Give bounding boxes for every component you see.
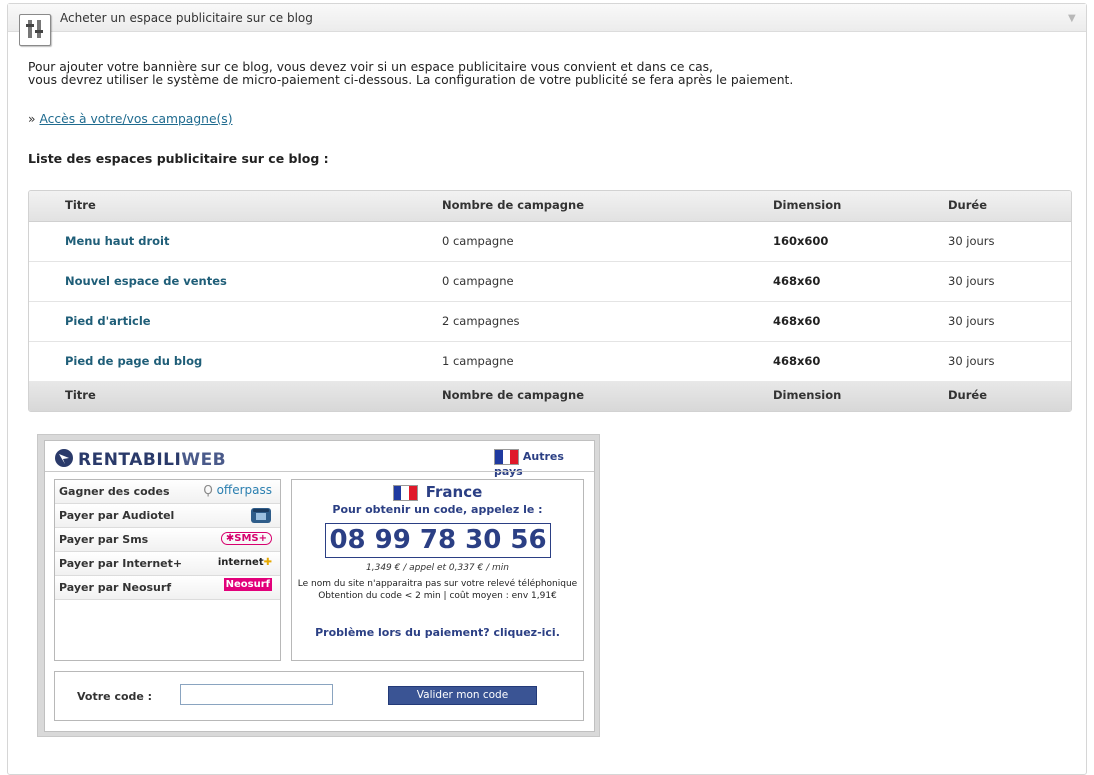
col-dimension-footer: Dimension — [773, 388, 842, 402]
method-label: Payer par Audiotel — [59, 509, 175, 522]
row-campaigns: 1 campagne — [442, 354, 514, 368]
collapse-icon[interactable]: ▼ — [1068, 13, 1076, 24]
ad-spaces-table: Titre Nombre de campagne Dimension Durée… — [28, 190, 1072, 412]
other-countries-link[interactable]: Autres pays — [494, 449, 594, 478]
sms-plus-logo-icon: ✱SMS+ — [220, 532, 272, 545]
country-panel: France Pour obtenir un code, appelez le … — [291, 479, 584, 661]
intro-text: Pour ajouter votre bannière sur ce blog,… — [28, 61, 793, 87]
row-campaigns: 0 campagne — [442, 274, 514, 288]
intro-line-2: vous devrez utiliser le système de micro… — [28, 73, 794, 87]
validate-code-button[interactable]: Valider mon code — [388, 686, 537, 705]
phone-number: 08 99 78 30 56 — [325, 523, 551, 558]
france-flag-icon — [494, 449, 519, 465]
row-dimension: 160x600 — [773, 234, 829, 248]
table-row: Pied d'article 2 campagnes 468x60 30 jou… — [29, 301, 1071, 342]
panel-header: Acheter un espace publicitaire sur ce bl… — [8, 4, 1086, 32]
row-dimension: 468x60 — [773, 314, 821, 328]
panel-title: Acheter un espace publicitaire sur ce bl… — [60, 11, 313, 25]
method-sms[interactable]: Payer par Sms ✱SMS+ — [55, 528, 280, 552]
col-title-header[interactable]: Titre — [65, 191, 96, 220]
brand-part-a: RENTABILI — [78, 450, 182, 470]
code-input[interactable] — [180, 684, 333, 705]
method-internet-plus[interactable]: Payer par Internet+ internet✚ — [55, 552, 280, 576]
country-name: France — [425, 483, 483, 501]
access-prefix: » — [28, 112, 36, 126]
get-code-instruction: Pour obtenir un code, appelez le : — [332, 503, 543, 516]
code-time-note: Obtention du code < 2 min | coût moyen :… — [318, 591, 557, 601]
col-duration-header[interactable]: Durée — [948, 191, 987, 220]
col-title-footer: Titre — [65, 388, 96, 402]
row-dimension: 468x60 — [773, 354, 821, 368]
row-dimension: 468x60 — [773, 274, 821, 288]
payment-widget-inner: RENTABILIWEB Autres pays Gagner des code… — [44, 440, 595, 732]
col-dimension-header[interactable]: Dimension — [773, 191, 841, 220]
method-audiotel[interactable]: Payer par Audiotel — [55, 504, 280, 528]
col-duration-footer: Durée — [948, 388, 988, 402]
row-duration: 30 jours — [948, 234, 995, 248]
france-flag-icon — [392, 484, 418, 501]
table-row: Menu haut droit 0 campagne 160x600 30 jo… — [29, 221, 1071, 262]
access-campaigns-link[interactable]: Accès à votre/vos campagne(s) — [39, 112, 232, 126]
row-duration: 30 jours — [948, 314, 995, 328]
call-price: 1,349 € / appel et 0,337 € / min — [366, 563, 509, 573]
offerpass-logo-icon: Ϙ offerpass — [203, 483, 272, 497]
method-offerpass[interactable]: Gagner des codes Ϙ offerpass — [55, 480, 280, 504]
row-title-link[interactable]: Nouvel espace de ventes — [65, 261, 227, 301]
table-row: Pied de page du blog 1 campagne 468x60 3… — [29, 341, 1071, 382]
table-header-row: Titre Nombre de campagne Dimension Durée — [29, 191, 1071, 222]
internet-plus-logo-icon: internet✚ — [217, 557, 272, 568]
list-title: Liste des espaces publicitaire sur ce bl… — [28, 151, 329, 166]
payment-methods: Gagner des codes Ϙ offerpass Payer par A… — [54, 479, 281, 661]
row-campaigns: 2 campagnes — [442, 314, 520, 328]
code-label: Votre code : — [77, 690, 153, 703]
row-title-link[interactable]: Pied de page du blog — [65, 341, 202, 381]
col-campaigns-header[interactable]: Nombre de campagne — [442, 191, 584, 220]
method-neosurf[interactable]: Payer par Neosurf Neosurf — [55, 576, 280, 600]
method-label: Payer par Sms — [59, 533, 149, 546]
brand-logo: RENTABILIWEB — [78, 450, 226, 470]
access-campaigns: » Accès à votre/vos campagne(s) — [28, 112, 233, 126]
tools-icon — [19, 14, 51, 46]
header-divider — [45, 471, 594, 472]
payment-problem-link[interactable]: Problème lors du paiement? cliquez-ici. — [292, 626, 583, 639]
phone-icon — [250, 507, 272, 527]
method-label: Payer par Internet+ — [59, 557, 183, 570]
billing-note: Le nom du site n'apparaitra pas sur votr… — [297, 579, 578, 589]
row-title-link[interactable]: Menu haut droit — [65, 221, 170, 261]
method-label: Payer par Neosurf — [59, 581, 172, 594]
row-duration: 30 jours — [948, 274, 995, 288]
row-campaigns: 0 campagne — [442, 234, 514, 248]
row-title-link[interactable]: Pied d'article — [65, 301, 151, 341]
table-row: Nouvel espace de ventes 0 campagne 468x6… — [29, 261, 1071, 302]
neosurf-logo-icon: Neosurf — [223, 578, 272, 591]
country-name-row: France — [292, 483, 583, 501]
rentabiliweb-logo-icon — [55, 449, 73, 467]
code-entry-box: Votre code : Valider mon code — [54, 671, 584, 721]
table-footer-row: Titre Nombre de campagne Dimension Durée — [29, 381, 1071, 411]
payment-widget: RENTABILIWEB Autres pays Gagner des code… — [37, 434, 600, 737]
col-campaigns-footer: Nombre de campagne — [442, 388, 585, 402]
brand-part-b: WEB — [181, 450, 227, 470]
method-label: Gagner des codes — [59, 485, 170, 498]
row-duration: 30 jours — [948, 354, 995, 368]
